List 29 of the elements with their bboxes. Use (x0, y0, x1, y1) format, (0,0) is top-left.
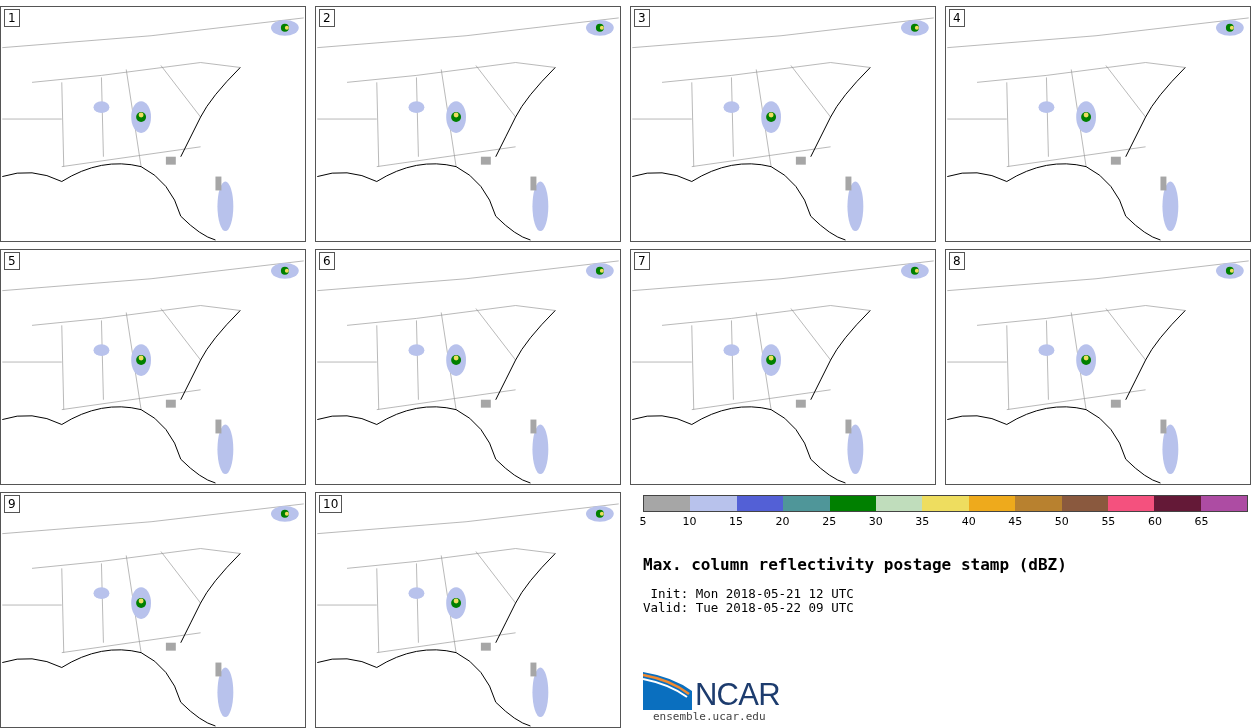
panel-number: 4 (949, 9, 965, 27)
tick-label: 5 (639, 514, 647, 530)
tick-label: 10 (682, 514, 697, 530)
panel-number: 8 (949, 252, 965, 270)
panel-number: 1 (4, 9, 20, 27)
chart-title: Max. column reflectivity postage stamp (dBZ) (643, 554, 1067, 576)
panel-number: 2 (319, 9, 335, 27)
tick-label: 25 (822, 514, 837, 530)
tick-label: 50 (1054, 514, 1069, 530)
panel-number: 9 (4, 495, 20, 513)
tick-label: 40 (961, 514, 976, 530)
swoosh-logo-icon (643, 672, 693, 710)
site-url: ensemble.ucar.edu (653, 710, 767, 723)
tick-label: 15 (729, 514, 744, 530)
logo-text: NCAR (695, 680, 780, 710)
panel-number: 7 (634, 252, 650, 270)
tick-label: 45 (1008, 514, 1023, 530)
tick-label: 60 (1147, 514, 1162, 530)
init-time: Init: Mon 2018-05-21 12 UTC (649, 587, 855, 601)
tick-label: 55 (1101, 514, 1116, 530)
panel-number: 10 (319, 495, 343, 513)
panel-number: 3 (634, 9, 650, 27)
panel-number: 6 (319, 252, 335, 270)
tick-label: 30 (868, 514, 883, 530)
tick-label: 20 (775, 514, 790, 530)
tick-label: 35 (915, 514, 930, 530)
panel-number: 5 (4, 252, 20, 270)
tick-label: 65 (1194, 514, 1209, 530)
valid-time: Valid: Tue 2018-05-22 09 UTC (643, 601, 855, 615)
